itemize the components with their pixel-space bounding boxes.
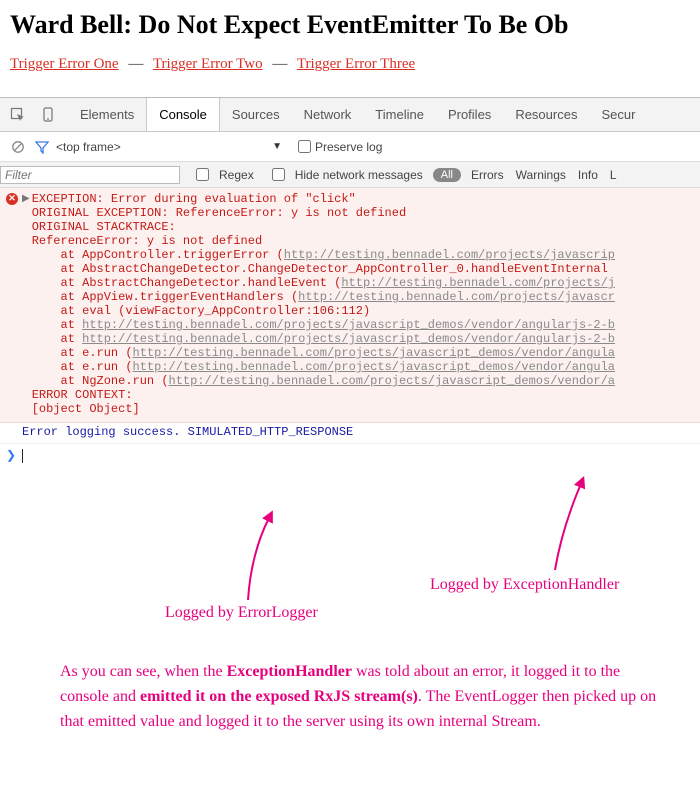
tab-network[interactable]: Network	[292, 98, 364, 131]
trigger-error-three-link[interactable]: Trigger Error Three	[297, 56, 415, 72]
console-body: ✕ ▶ EXCEPTION: Error during evaluation o…	[0, 188, 700, 467]
console-filterbar: Regex Hide network messages All Errors W…	[0, 162, 700, 188]
separator: —	[128, 56, 143, 72]
tab-security[interactable]: Secur	[589, 98, 647, 131]
filter-warnings[interactable]: Warnings	[516, 168, 566, 182]
trigger-error-one-link[interactable]: Trigger Error One	[10, 56, 119, 72]
console-error-text: EXCEPTION: Error during evaluation of "c…	[32, 192, 615, 416]
frame-select[interactable]: <top frame> ▼	[56, 140, 286, 154]
filter-icon[interactable]	[32, 137, 52, 157]
device-toolbar-icon[interactable]	[38, 105, 58, 125]
filter-info[interactable]: Info	[578, 168, 598, 182]
separator: —	[272, 56, 287, 72]
devtools-tabbar: Elements Console Sources Network Timelin…	[0, 98, 700, 132]
tab-timeline[interactable]: Timeline	[363, 98, 436, 131]
regex-checkbox[interactable]	[196, 168, 209, 181]
filter-errors[interactable]: Errors	[471, 168, 504, 182]
annotation-paragraph: As you can see, when the ExceptionHandle…	[60, 660, 660, 734]
regex-label: Regex	[219, 168, 254, 182]
hide-network-checkbox[interactable]	[272, 168, 285, 181]
element-inspector-icon[interactable]	[8, 105, 28, 125]
chevron-down-icon: ▼	[272, 141, 282, 152]
error-icon: ✕	[6, 193, 18, 205]
console-toolbar: <top frame> ▼ Preserve log	[0, 132, 700, 162]
tab-console[interactable]: Console	[146, 98, 220, 131]
clear-console-icon[interactable]	[8, 137, 28, 157]
preserve-log-checkbox[interactable]	[298, 140, 311, 153]
frame-select-value: <top frame>	[56, 140, 121, 154]
page-title: Ward Bell: Do Not Expect EventEmitter To…	[10, 10, 700, 40]
filter-logs[interactable]: L	[610, 168, 617, 182]
console-prompt[interactable]: ❯	[0, 444, 700, 467]
devtools-panel: Elements Console Sources Network Timelin…	[0, 97, 700, 467]
trigger-links: Trigger Error One — Trigger Error Two — …	[10, 56, 700, 73]
annotation-exceptionhandler: Logged by ExceptionHandler	[430, 576, 619, 594]
preserve-log-label: Preserve log	[315, 140, 382, 154]
console-error-row: ✕ ▶ EXCEPTION: Error during evaluation o…	[0, 188, 700, 423]
hide-network-label: Hide network messages	[295, 168, 423, 182]
tab-profiles[interactable]: Profiles	[436, 98, 503, 131]
annotation-errorlogger: Logged by ErrorLogger	[165, 604, 318, 622]
tab-elements[interactable]: Elements	[68, 98, 146, 131]
filter-input[interactable]	[0, 166, 180, 184]
trigger-error-two-link[interactable]: Trigger Error Two	[153, 56, 263, 72]
tab-sources[interactable]: Sources	[220, 98, 292, 131]
console-log-row: Error logging success. SIMULATED_HTTP_RE…	[0, 423, 700, 444]
filter-all-pill[interactable]: All	[433, 168, 461, 182]
disclosure-triangle-icon[interactable]: ▶	[22, 193, 30, 205]
tab-resources[interactable]: Resources	[503, 98, 589, 131]
prompt-caret-icon: ❯	[6, 449, 16, 463]
